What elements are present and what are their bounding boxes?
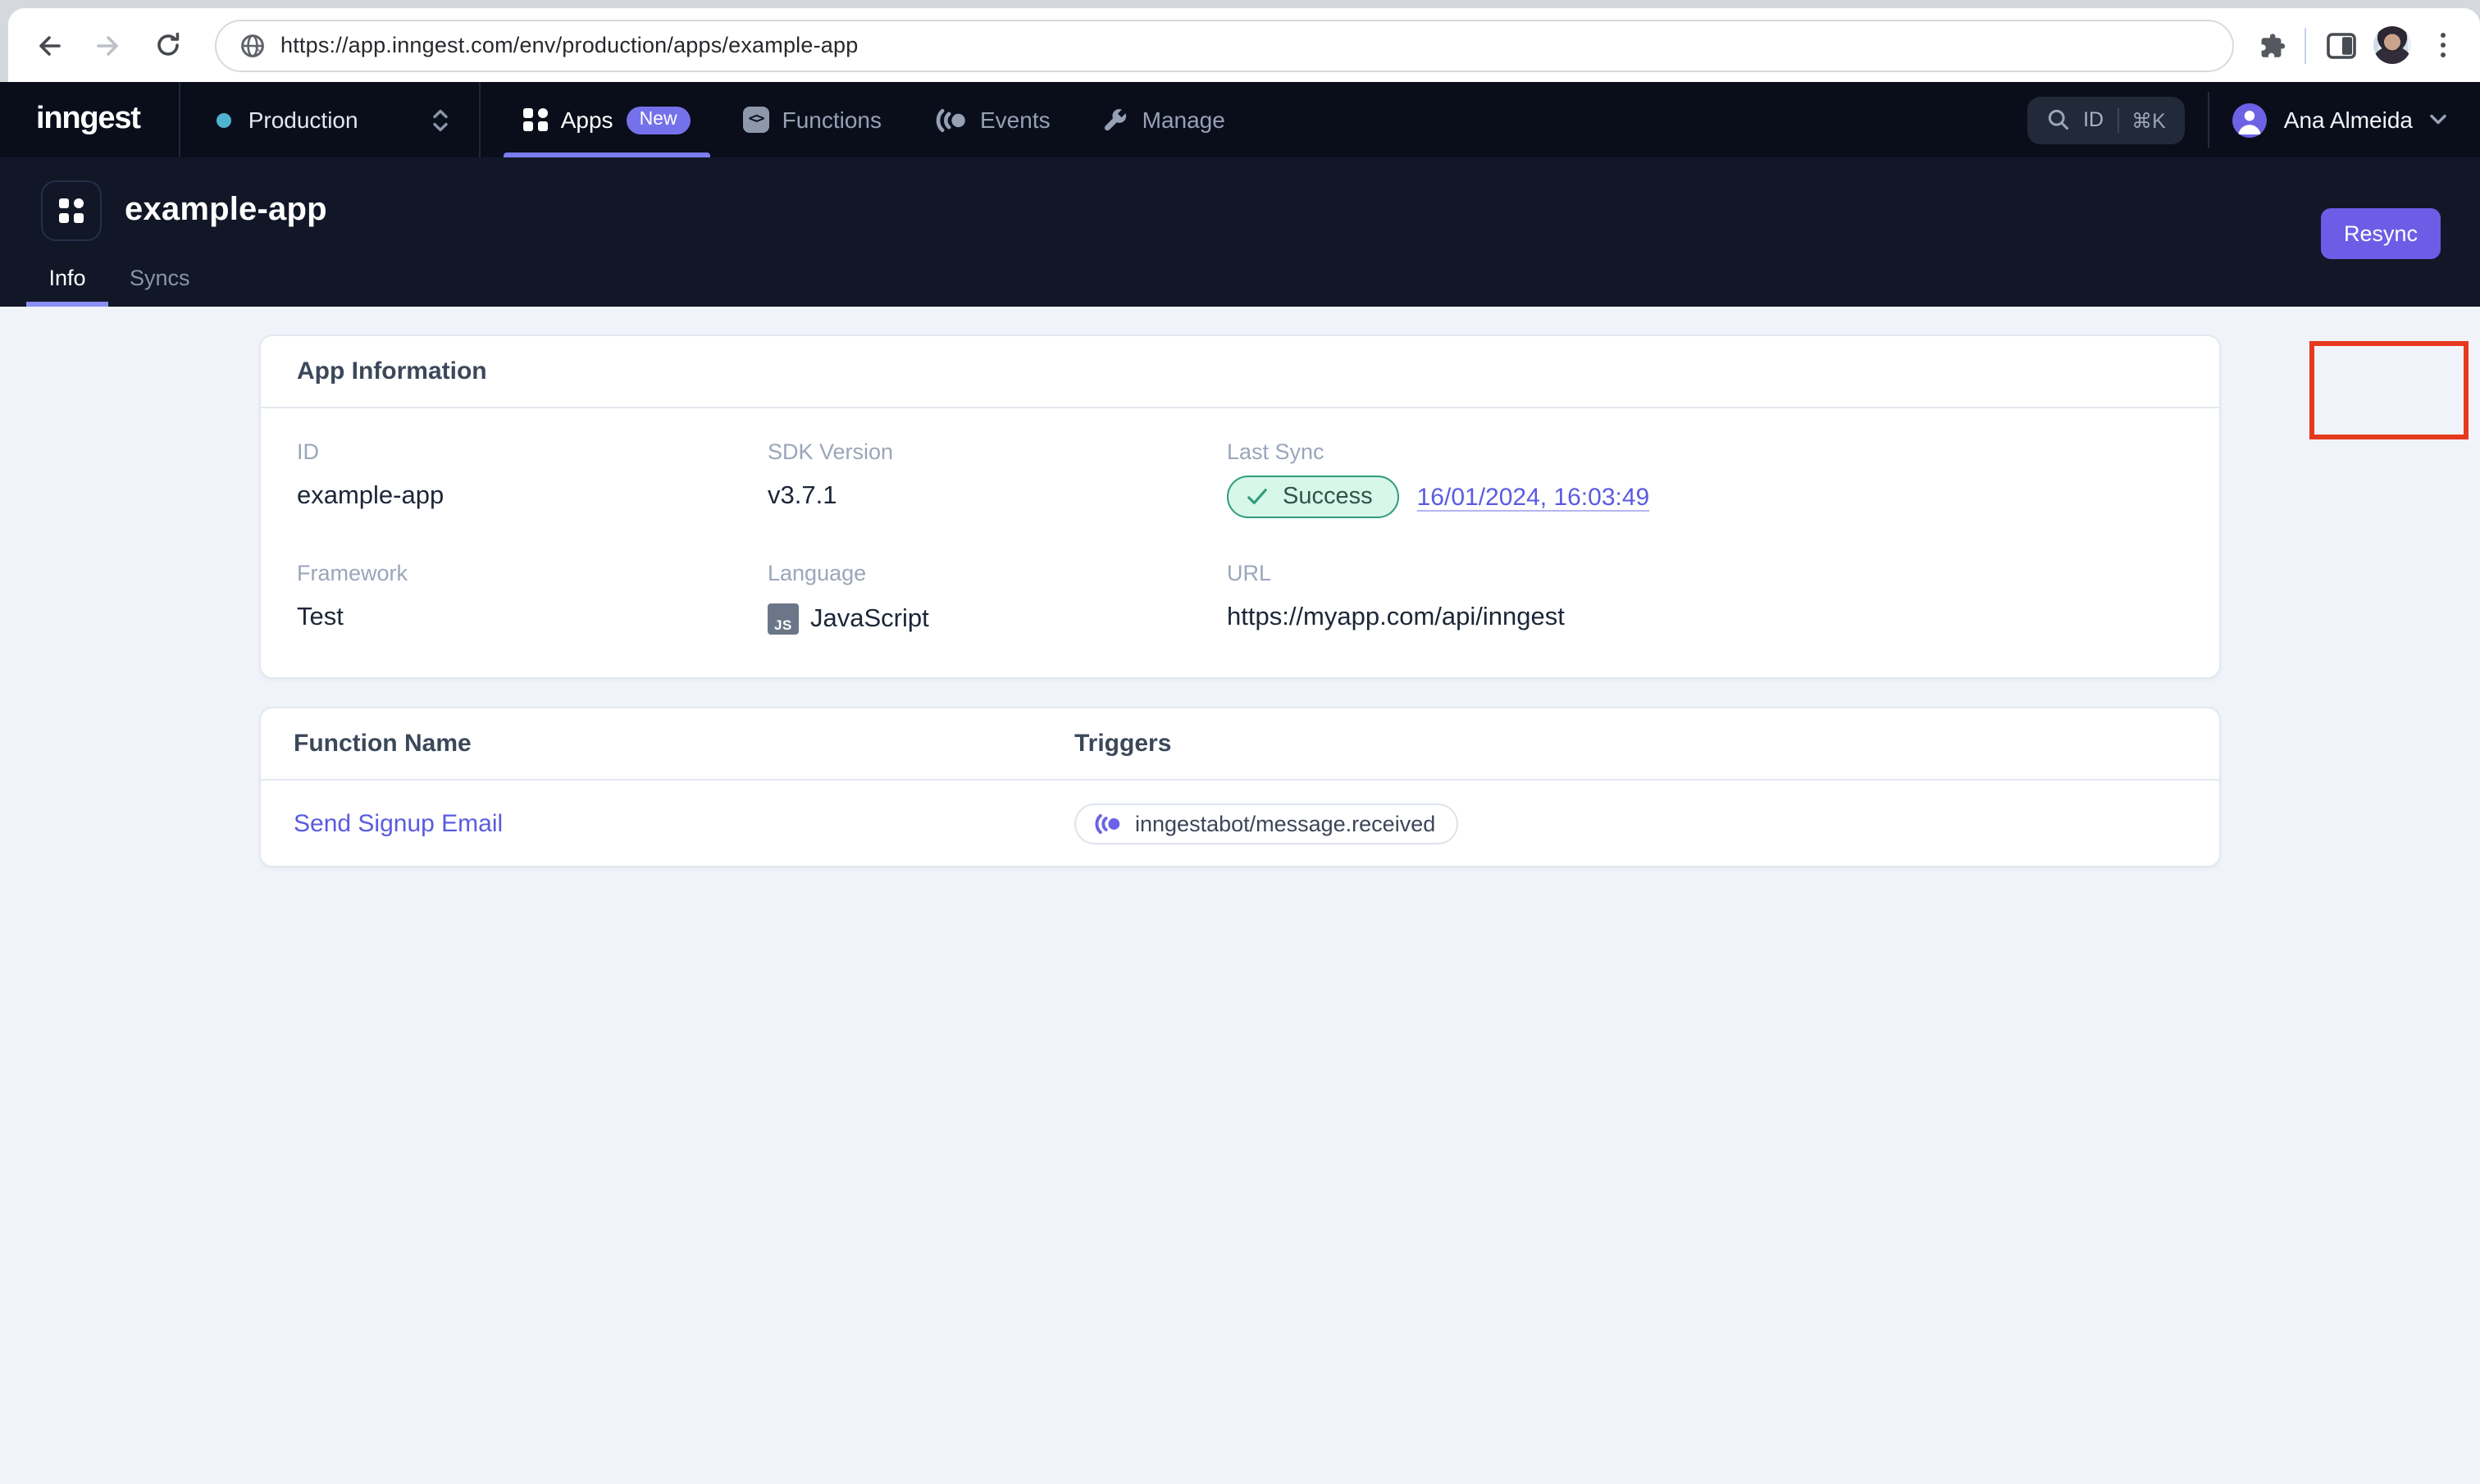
inngest-logo[interactable]: inngest bbox=[0, 82, 180, 157]
column-triggers: Triggers bbox=[1074, 730, 1172, 758]
field-id: ID example-app bbox=[297, 439, 768, 518]
app-grid-icon bbox=[59, 198, 84, 223]
browser-back-button[interactable] bbox=[25, 20, 74, 70]
field-label: URL bbox=[1227, 561, 1272, 585]
forward-arrow-icon bbox=[97, 35, 118, 55]
field-language: Language JS JavaScript bbox=[768, 561, 1227, 635]
chevron-down-icon bbox=[2430, 114, 2446, 125]
toolbar-divider bbox=[2304, 27, 2306, 63]
field-sdk-version: SDK Version v3.7.1 bbox=[768, 439, 1227, 518]
function-row: Send Signup Email inngestabot/message.re… bbox=[261, 781, 2219, 866]
field-last-sync: Last Sync Success 16/01/2024, 16:03:49 bbox=[1227, 439, 2183, 518]
field-value: v3.7.1 bbox=[768, 482, 837, 510]
tab-info[interactable]: Info bbox=[26, 266, 108, 307]
search-icon bbox=[2048, 109, 2069, 130]
field-value: https://myapp.com/api/inngest bbox=[1227, 603, 1565, 631]
functions-card: Function Name Triggers Send Signup Email… bbox=[259, 707, 2221, 867]
field-framework: Framework Test bbox=[297, 561, 768, 635]
search-divider bbox=[2117, 107, 2119, 132]
nav-tab-apps[interactable]: Apps New bbox=[501, 82, 713, 157]
tab-syncs[interactable]: Syncs bbox=[108, 266, 212, 307]
new-badge: New bbox=[626, 106, 691, 134]
resync-button[interactable]: Resync bbox=[2320, 208, 2441, 259]
trigger-name: inngestabot/message.received bbox=[1135, 811, 1436, 835]
browser-chrome: https://app.inngest.com/env/production/a… bbox=[0, 0, 2480, 82]
field-label: ID bbox=[297, 439, 319, 464]
status-badge: Success bbox=[1227, 476, 1399, 518]
last-sync-timestamp-link[interactable]: 16/01/2024, 16:03:49 bbox=[1417, 483, 1650, 511]
field-value: Test bbox=[297, 603, 344, 631]
environment-label: Production bbox=[248, 107, 358, 133]
user-menu[interactable]: Ana Almeida bbox=[2232, 102, 2447, 137]
address-bar[interactable]: https://app.inngest.com/env/production/a… bbox=[215, 19, 2234, 71]
reload-icon bbox=[157, 32, 179, 56]
column-function-name: Function Name bbox=[294, 730, 472, 758]
field-label: SDK Version bbox=[768, 439, 894, 464]
nav-tab-label: Apps bbox=[560, 107, 613, 133]
nav-tab-label: Manage bbox=[1142, 107, 1225, 133]
field-value: example-app bbox=[297, 482, 444, 510]
page-title: example-app bbox=[125, 192, 327, 228]
search-label: ID bbox=[2083, 108, 2104, 131]
user-avatar-icon bbox=[2232, 102, 2268, 137]
nav-tab-events[interactable]: Events bbox=[911, 82, 1074, 157]
apps-grid-icon bbox=[523, 107, 548, 132]
field-value: JavaScript bbox=[810, 604, 929, 632]
page-header: example-app Info Syncs Resync bbox=[0, 157, 2480, 439]
field-url: URL https://myapp.com/api/inngest bbox=[1227, 561, 2183, 635]
events-waves-icon bbox=[935, 107, 964, 132]
functions-table-header: Function Name Triggers bbox=[261, 708, 2219, 781]
nav-tab-manage[interactable]: Manage bbox=[1080, 82, 1248, 157]
app-navbar: inngest Production Apps New <> Functions… bbox=[0, 82, 2480, 157]
extensions-icon[interactable] bbox=[2254, 30, 2285, 61]
trigger-badge[interactable]: inngestabot/message.received bbox=[1074, 803, 1459, 844]
functions-code-icon: <> bbox=[742, 107, 769, 133]
nav-tab-functions[interactable]: <> Functions bbox=[720, 82, 905, 157]
browser-forward-button[interactable] bbox=[84, 20, 133, 70]
search-shortcut[interactable]: ID ⌘K bbox=[2027, 96, 2186, 143]
navbar-tabs: Apps New <> Functions Events Manage bbox=[481, 82, 1248, 157]
browser-toolbar: https://app.inngest.com/env/production/a… bbox=[8, 8, 2480, 82]
javascript-logo-icon: JS bbox=[768, 603, 799, 635]
side-panel-icon[interactable] bbox=[2326, 30, 2357, 60]
app-icon bbox=[41, 180, 102, 241]
browser-reload-button[interactable] bbox=[143, 20, 192, 70]
check-icon bbox=[1247, 489, 1267, 505]
url-text[interactable]: https://app.inngest.com/env/production/a… bbox=[280, 33, 858, 57]
wrench-icon bbox=[1105, 109, 1127, 131]
event-trigger-icon bbox=[1095, 813, 1120, 833]
site-globe-icon bbox=[241, 34, 264, 57]
nav-tab-label: Events bbox=[980, 107, 1051, 133]
environment-status-dot bbox=[217, 112, 232, 127]
environment-selector[interactable]: Production bbox=[181, 82, 480, 157]
field-label: Last Sync bbox=[1227, 439, 1324, 464]
page-tabs: Info Syncs bbox=[26, 266, 212, 307]
search-kbd-shortcut: ⌘K bbox=[2131, 109, 2166, 132]
field-label: Framework bbox=[297, 561, 408, 585]
select-chevrons-icon bbox=[434, 108, 449, 131]
browser-menu-icon[interactable] bbox=[2428, 33, 2457, 57]
card-title: App Information bbox=[261, 336, 2219, 408]
navbar-divider bbox=[2208, 92, 2210, 148]
status-label: Success bbox=[1283, 484, 1373, 510]
field-label: Language bbox=[768, 561, 867, 585]
browser-profile-avatar[interactable] bbox=[2373, 26, 2411, 64]
nav-tab-label: Functions bbox=[782, 107, 882, 133]
back-arrow-icon bbox=[39, 35, 61, 55]
screen: https://app.inngest.com/env/production/a… bbox=[0, 0, 2480, 1484]
app-information-card: App Information ID example-app SDK Versi… bbox=[259, 335, 2221, 679]
user-name: Ana Almeida bbox=[2283, 107, 2413, 133]
main-content: App Information ID example-app SDK Versi… bbox=[0, 307, 2480, 867]
function-name-link[interactable]: Send Signup Email bbox=[294, 809, 1074, 837]
